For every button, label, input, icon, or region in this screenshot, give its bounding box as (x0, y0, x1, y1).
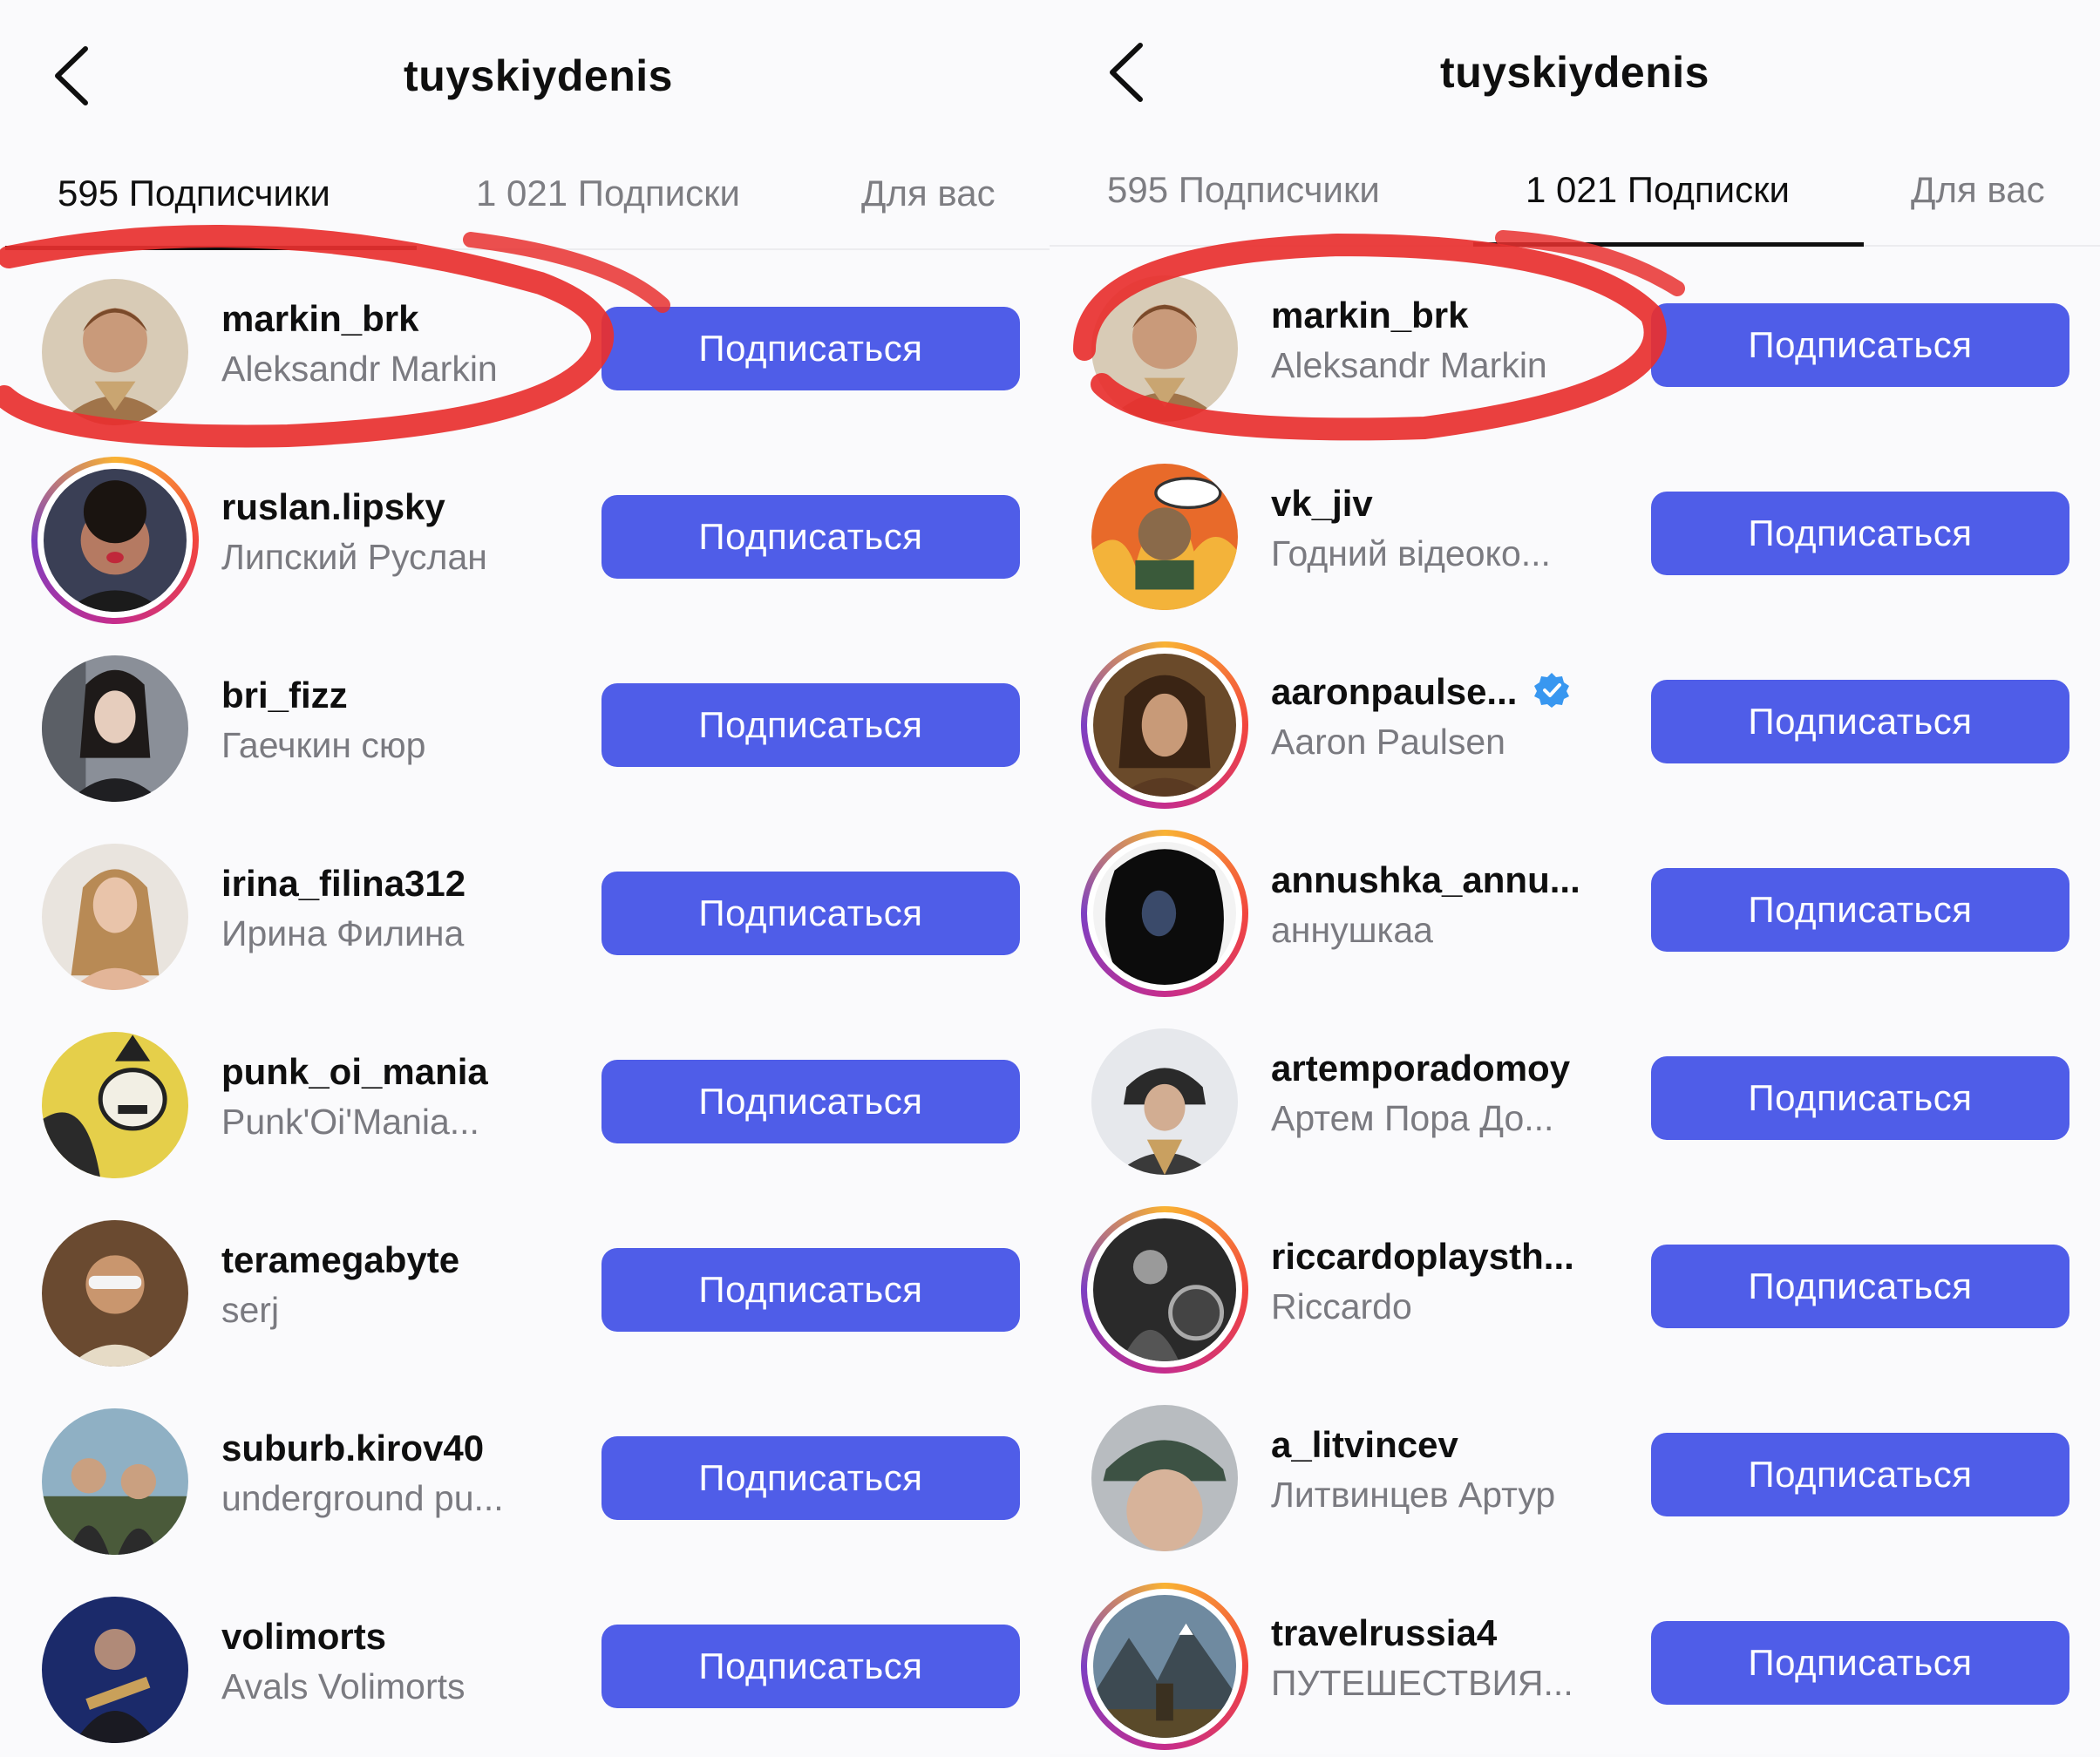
list-item[interactable]: annushka_annu... аннушкаа Подписаться (1050, 814, 2100, 1002)
username[interactable]: punk_oi_mania (221, 1051, 488, 1093)
list-item[interactable]: artemporadomoy Артем Пора До... Подписат… (1050, 1002, 2100, 1191)
follow-button[interactable]: Подписаться (1651, 303, 2069, 387)
avatar[interactable] (42, 279, 188, 425)
username[interactable]: suburb.kirov40 (221, 1428, 484, 1469)
tab-following[interactable]: 1 021 Подписки (1526, 169, 1790, 211)
follow-button[interactable]: Подписаться (601, 1436, 1020, 1520)
list-item[interactable]: suburb.kirov40 underground pu... Подписа… (0, 1382, 1050, 1570)
follow-button[interactable]: Подписаться (1651, 1433, 2069, 1516)
tab-followers[interactable]: 595 Подписчики (58, 173, 330, 214)
full-name: Aaron Paulsen (1271, 722, 1505, 762)
avatar[interactable] (1091, 1028, 1238, 1175)
full-name: serj (221, 1290, 280, 1330)
follow-button[interactable]: Подписаться (601, 1625, 1020, 1708)
username[interactable]: travelrussia4 (1271, 1612, 1497, 1654)
full-name: Литвинцев Артур (1271, 1475, 1556, 1515)
full-name: Ирина Филина (221, 913, 465, 953)
avatar[interactable] (1081, 641, 1248, 809)
follow-button[interactable]: Подписаться (601, 307, 1020, 390)
username[interactable]: a_litvincev (1271, 1424, 1458, 1466)
username[interactable]: markin_brk (1271, 295, 1468, 336)
follow-button[interactable]: Подписаться (1651, 1621, 2069, 1705)
list-item[interactable]: teramegabyte serj Подписаться (0, 1194, 1050, 1382)
full-name: underground pu... (221, 1478, 504, 1518)
list-item[interactable]: markin_brk Aleksandr Markin Подписаться (1050, 249, 2100, 438)
avatar[interactable] (1081, 1583, 1248, 1750)
username-text[interactable]: aaronpaulse... (1271, 671, 1517, 712)
full-name: Punk'Oi'Mania... (221, 1102, 479, 1142)
username[interactable]: aaronpaulse... (1271, 671, 1571, 713)
list-item[interactable]: bri_fizz Гаечкин сюр Подписаться (0, 629, 1050, 817)
full-name: Avals Volimorts (221, 1666, 466, 1706)
follow-button[interactable]: Подписаться (601, 1060, 1020, 1143)
full-name: Aleksandr Markin (221, 349, 498, 389)
verified-badge-icon (1533, 671, 1571, 709)
username[interactable]: bri_fizz (221, 675, 348, 716)
page-title: tuyskiydenis (1440, 48, 1709, 97)
username[interactable]: volimorts (221, 1616, 386, 1658)
username[interactable]: riccardoplaysth... (1271, 1236, 1574, 1278)
avatar[interactable] (42, 1597, 188, 1743)
full-name: Годний відеоко... (1271, 533, 1551, 573)
list-item[interactable]: volimorts Avals Volimorts Подписаться (0, 1570, 1050, 1757)
follow-button[interactable]: Подписаться (1651, 1245, 2069, 1328)
username[interactable]: ruslan.lipsky (221, 486, 445, 528)
avatar[interactable] (42, 844, 188, 990)
tab-followers[interactable]: 595 Подписчики (1107, 169, 1380, 211)
followers-screen: tuyskiydenis 595 Подписчики 1 021 Подпис… (0, 0, 1050, 1757)
username[interactable]: artemporadomoy (1271, 1048, 1570, 1089)
full-name: Артем Пора До... (1271, 1098, 1554, 1138)
avatar[interactable] (31, 457, 199, 624)
follow-button[interactable]: Подписаться (601, 495, 1020, 579)
page-title: tuyskiydenis (404, 51, 673, 100)
avatar[interactable] (42, 1220, 188, 1367)
list-item[interactable]: ruslan.lipsky Липский Руслан Подписаться (0, 441, 1050, 629)
follow-button[interactable]: Подписаться (1651, 680, 2069, 763)
list-item[interactable]: a_litvincev Литвинцев Артур Подписаться (1050, 1379, 2100, 1567)
avatar[interactable] (1091, 275, 1238, 422)
full-name: аннушкаа (1271, 910, 1433, 950)
list-item[interactable]: markin_brk Aleksandr Markin Подписаться (0, 253, 1050, 441)
list-item[interactable]: riccardoplaysth... Riccardo Подписаться (1050, 1191, 2100, 1379)
tab-bar: 595 Подписчики 1 021 Подписки Для вас (0, 148, 1050, 250)
active-tab-indicator (1473, 242, 1864, 247)
list-item[interactable]: vk_jiv Годний відеоко... Подписаться (1050, 438, 2100, 626)
full-name: ПУТЕШЕСТВИЯ... (1271, 1663, 1573, 1703)
avatar[interactable] (1091, 464, 1238, 610)
following-screen: tuyskiydenis 595 Подписчики 1 021 Подпис… (1050, 0, 2100, 1754)
tab-for-you[interactable]: Для вас (1911, 169, 2045, 211)
tab-bar: 595 Подписчики 1 021 Подписки Для вас (1050, 145, 2100, 247)
full-name: Гаечкин сюр (221, 725, 426, 765)
username[interactable]: annushka_annu... (1271, 859, 1580, 901)
username[interactable]: markin_brk (221, 298, 418, 340)
avatar[interactable] (42, 655, 188, 802)
avatar[interactable] (1081, 830, 1248, 997)
tab-following[interactable]: 1 021 Подписки (476, 173, 740, 214)
avatar[interactable] (42, 1032, 188, 1178)
header: tuyskiydenis (0, 0, 1050, 148)
follow-button[interactable]: Подписаться (1651, 492, 2069, 575)
full-name: Липский Руслан (221, 537, 487, 577)
follow-button[interactable]: Подписаться (601, 872, 1020, 955)
follow-button[interactable]: Подписаться (601, 683, 1020, 767)
username[interactable]: teramegabyte (221, 1239, 459, 1281)
full-name: Riccardo (1271, 1286, 1412, 1326)
active-tab-indicator (5, 246, 417, 250)
follow-button[interactable]: Подписаться (1651, 868, 2069, 952)
avatar[interactable] (1081, 1206, 1248, 1374)
list-item[interactable]: irina_filina312 Ирина Филина Подписаться (0, 817, 1050, 1006)
username[interactable]: irina_filina312 (221, 863, 466, 905)
list-item[interactable]: punk_oi_mania Punk'Oi'Mania... Подписать… (0, 1006, 1050, 1194)
list-item[interactable]: travelrussia4 ПУТЕШЕСТВИЯ... Подписаться (1050, 1567, 2100, 1754)
follow-button[interactable]: Подписаться (1651, 1056, 2069, 1140)
follow-button[interactable]: Подписаться (601, 1248, 1020, 1332)
full-name: Aleksandr Markin (1271, 345, 1547, 385)
avatar[interactable] (1091, 1405, 1238, 1551)
list-item[interactable]: aaronpaulse... Aaron Paulsen Подписаться (1050, 626, 2100, 814)
username[interactable]: vk_jiv (1271, 483, 1373, 525)
tab-for-you[interactable]: Для вас (861, 173, 996, 214)
avatar[interactable] (42, 1408, 188, 1555)
header: tuyskiydenis (1050, 0, 2100, 145)
